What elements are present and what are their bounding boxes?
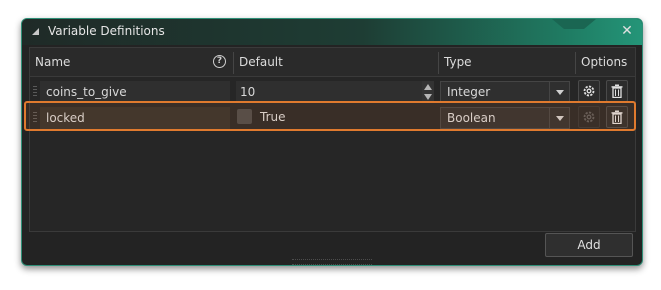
help-icon[interactable]: ? (213, 55, 226, 68)
selected-row-highlight (24, 101, 636, 131)
column-header-name[interactable]: Name (30, 48, 234, 76)
resize-grip[interactable] (292, 259, 372, 265)
default-value-field[interactable]: 10 (236, 81, 422, 103)
variable-name-field[interactable]: coins_to_give (40, 81, 230, 103)
table-header: Name ? Default Type Options (30, 48, 635, 77)
close-icon[interactable]: ✕ (620, 24, 634, 38)
collapse-triangle-icon[interactable] (32, 28, 39, 35)
settings-button[interactable] (578, 80, 600, 102)
type-select[interactable]: Integer (440, 81, 570, 103)
column-header-default[interactable]: Default (234, 48, 438, 76)
gear-icon (583, 85, 595, 97)
add-button[interactable]: Add (545, 233, 633, 257)
column-header-type[interactable]: Type (439, 48, 575, 76)
variables-table: Name ? Default Type Options coins_to_giv… (29, 47, 636, 232)
type-select-value: Integer (447, 85, 491, 99)
title-notch-decoration (552, 19, 596, 29)
window-title: Variable Definitions (48, 24, 165, 38)
title-bar[interactable]: Variable Definitions ✕ (22, 19, 642, 45)
column-header-options: Options (581, 55, 628, 69)
spin-down-icon[interactable] (424, 94, 432, 100)
spin-up-icon[interactable] (424, 84, 432, 90)
variable-definitions-window: Variable Definitions ✕ Name ? Default Ty… (21, 18, 643, 266)
trash-icon (611, 84, 623, 98)
drag-handle-icon[interactable] (32, 84, 38, 100)
type-dropdown-button[interactable] (549, 82, 570, 102)
delete-button[interactable] (606, 80, 628, 102)
spinner-arrows-icon[interactable] (422, 81, 434, 103)
chevron-down-icon (556, 90, 564, 95)
